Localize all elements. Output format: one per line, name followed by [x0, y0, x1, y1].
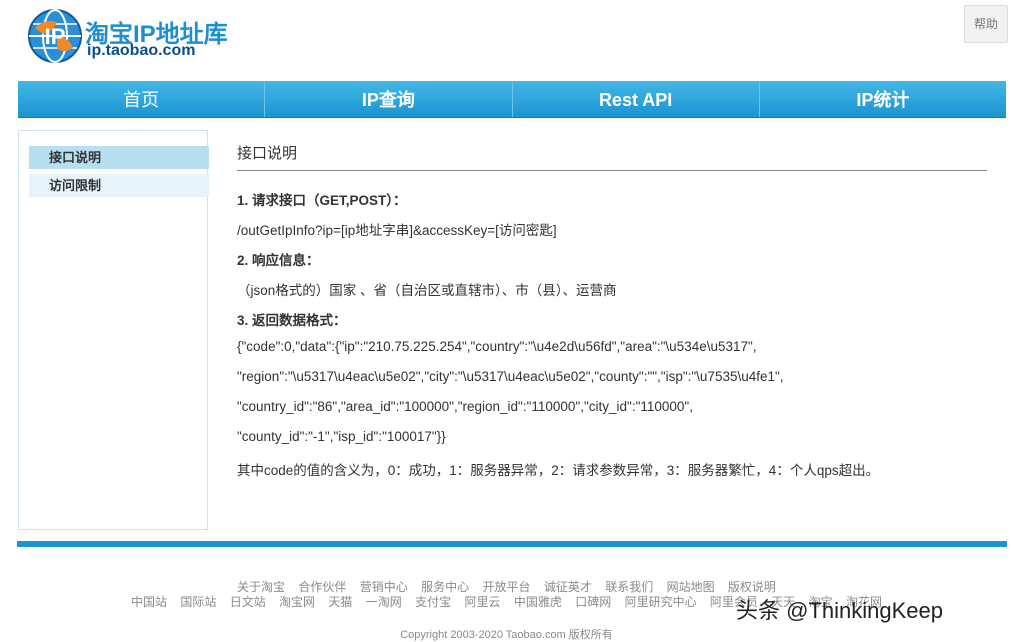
main-nav: 首页 IP查询 Rest API IP统计	[18, 81, 1006, 118]
footer-link[interactable]: 阿里云	[464, 595, 500, 609]
code-meaning-note: 其中code的值的含义为，0：成功，1：服务器异常，2：请求参数异常，3：服务器…	[237, 463, 880, 478]
footer-link[interactable]: 关于淘宝	[237, 580, 285, 594]
section-heading-format: 3. 返回数据格式：	[237, 313, 347, 328]
svg-text:IP: IP	[45, 24, 66, 49]
footer-link[interactable]: 中国站	[131, 595, 167, 609]
footer-link[interactable]: 口碑网	[575, 595, 611, 609]
globe-logo-icon: IP	[28, 9, 82, 63]
footer-link[interactable]: 国际站	[180, 595, 216, 609]
footer-link[interactable]: 营销中心	[360, 580, 408, 594]
footer-link[interactable]: 中国雅虎	[514, 595, 562, 609]
json-example-line: "region":"\u5317\u4eac\u5e02","city":"\u…	[237, 369, 784, 384]
request-endpoint: /outGetIpInfo?ip=[ip地址字串]&accessKey=[访问密…	[237, 223, 557, 238]
sidebar-item-access-limit[interactable]: 访问限制	[29, 174, 209, 197]
help-button[interactable]: 帮助	[964, 5, 1008, 43]
footer-link[interactable]: 开放平台	[482, 580, 530, 594]
footer-link[interactable]: 诚征英才	[544, 580, 592, 594]
section-heading-response: 2. 响应信息：	[237, 253, 320, 268]
nav-item-ip-stats[interactable]: IP统计	[760, 81, 1006, 117]
watermark: 头条 @ThinkingKeep	[736, 598, 943, 623]
footer-link[interactable]: 合作伙伴	[298, 580, 346, 594]
nav-item-rest-api[interactable]: Rest API	[513, 81, 760, 117]
footer-link[interactable]: 一淘网	[366, 595, 402, 609]
footer-link[interactable]: 淘宝网	[279, 595, 315, 609]
sidebar-item-interface-description[interactable]: 接口说明	[29, 146, 209, 169]
response-description: （json格式的）国家 、省（自治区或直辖市）、市（县）、运营商	[237, 283, 617, 298]
nav-item-home[interactable]: 首页	[18, 81, 266, 117]
footer-link[interactable]: 服务中心	[421, 580, 469, 594]
page-title: 接口说明	[237, 145, 298, 162]
footer-link[interactable]: 日文站	[230, 595, 266, 609]
footer-link[interactable]: 支付宝	[415, 595, 451, 609]
footer-link[interactable]: 版权说明	[728, 580, 776, 594]
footer-link[interactable]: 天猫	[328, 595, 352, 609]
nav-item-ip-query[interactable]: IP查询	[265, 81, 513, 117]
footer-divider-bar	[17, 541, 1007, 547]
json-example-line: {"code":0,"data":{"ip":"210.75.225.254",…	[237, 339, 757, 354]
sidebar: 接口说明 访问限制	[18, 130, 209, 530]
json-example-line: "county_id":"-1","isp_id":"100017"}}	[237, 429, 446, 444]
logo[interactable]: IP 淘宝IP地址库 ip.taobao.com	[27, 8, 257, 66]
footer-link[interactable]: 网站地图	[667, 580, 715, 594]
footer-link[interactable]: 阿里研究中心	[625, 595, 697, 609]
json-example-line: "country_id":"86","area_id":"100000","re…	[237, 399, 693, 414]
section-heading-request: 1. 请求接口（GET,POST）：	[237, 193, 407, 208]
footer-link[interactable]: 联系我们	[605, 580, 653, 594]
title-divider	[237, 170, 987, 171]
copyright: Copyright 2003-2020 Taobao.com 版权所有	[400, 629, 613, 641]
logo-domain: ip.taobao.com	[87, 42, 196, 59]
